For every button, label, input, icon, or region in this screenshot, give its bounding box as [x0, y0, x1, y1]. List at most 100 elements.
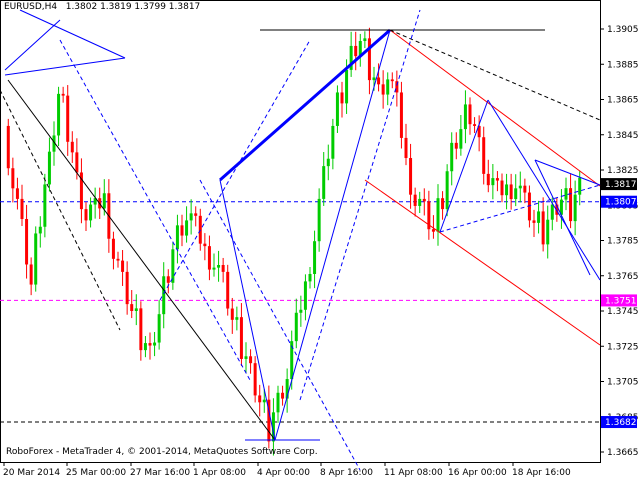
- y-tick-label: 1.3825: [607, 166, 639, 176]
- candle-body: [11, 168, 15, 189]
- candle-body: [390, 79, 394, 82]
- candle-body: [578, 177, 582, 195]
- candle-body: [367, 38, 371, 81]
- candle-body: [418, 198, 422, 206]
- candle-body: [84, 209, 88, 221]
- candle-body: [377, 77, 381, 85]
- channel-line: [364, 179, 601, 346]
- candle-body: [482, 137, 486, 174]
- candle-body: [363, 38, 367, 41]
- y-tick-label: 1.3665: [607, 448, 639, 458]
- candle-body: [171, 249, 175, 283]
- y-tick-label: 1.3885: [607, 60, 639, 70]
- candle-body: [322, 166, 326, 199]
- candle-body: [404, 137, 408, 159]
- candles: [6, 27, 582, 456]
- candle-body: [276, 392, 280, 413]
- y-tick-label: 1.3705: [607, 378, 639, 388]
- candle-body: [25, 218, 29, 265]
- candle-body: [70, 141, 74, 153]
- x-tick-label: 4 Apr 00:00: [257, 468, 310, 478]
- candle-body: [459, 129, 463, 149]
- candle-body: [340, 92, 344, 104]
- x-tick-label: 25 Mar 00:00: [66, 468, 126, 478]
- candle-body: [354, 45, 358, 57]
- candle-body: [134, 308, 138, 311]
- candle-body: [445, 171, 449, 210]
- candle-body: [244, 356, 248, 359]
- candle-body: [514, 188, 518, 200]
- price-tag: 1.3817: [601, 178, 637, 191]
- candle-body: [541, 211, 545, 245]
- y-tick-label: 1.3865: [607, 96, 639, 106]
- candle-body: [463, 104, 467, 130]
- candle-body: [294, 312, 298, 342]
- candle-body: [409, 158, 413, 195]
- candle-body: [157, 314, 161, 343]
- x-tick-label: 1 Apr 08:00: [193, 468, 246, 478]
- candle-body: [486, 173, 490, 186]
- trend-line: [4, 57, 126, 76]
- candle-body: [281, 392, 285, 399]
- copyright-text: RoboForex - MetaTrader 4, © 2001-2014, M…: [6, 447, 318, 457]
- price-tag: 1.3751: [601, 294, 637, 307]
- plot-frame: [0, 0, 601, 463]
- channel-line: [159, 39, 311, 301]
- analysis-lines: [0, 9, 601, 471]
- candle-body: [431, 229, 435, 232]
- candle-body: [143, 343, 147, 351]
- candle-body: [500, 180, 504, 196]
- candle-body: [57, 93, 61, 136]
- candle-body: [450, 142, 454, 172]
- candle-body: [207, 246, 211, 270]
- ohlc-values: 1.3802 1.3819 1.3799 1.3817: [65, 2, 201, 12]
- candle-body: [43, 184, 47, 227]
- candle-body: [185, 220, 189, 236]
- channel-line: [389, 29, 601, 187]
- candle-body: [180, 225, 184, 236]
- candle-body: [148, 343, 152, 346]
- candle-body: [299, 309, 303, 313]
- x-tick-label: 8 Apr 16:00: [320, 468, 373, 478]
- y-tick-label: 1.3785: [607, 237, 639, 247]
- candle-body: [102, 193, 106, 209]
- y-tick-label: 1.3765: [607, 272, 639, 282]
- candle-body: [253, 363, 257, 396]
- candle-body: [564, 188, 568, 200]
- candle-body: [38, 226, 42, 234]
- candle-body: [221, 264, 225, 272]
- candle-body: [317, 198, 321, 242]
- y-tick-label: 1.3725: [607, 342, 639, 352]
- time-axis: 20 Mar 2014 25 Mar 00:00 27 Mar 16:00 1 Apr…: [3, 462, 571, 478]
- y-tick-label: 1.3745: [607, 307, 639, 317]
- trend-line: [19, 9, 126, 59]
- trend-line: [4, 19, 61, 71]
- symbol-label: EURUSD,H4: [4, 2, 58, 12]
- x-tick-label: 27 Mar 16:00: [130, 468, 190, 478]
- candle-body: [573, 194, 577, 222]
- candle-body: [20, 198, 24, 219]
- price-tag: 1.3807: [601, 195, 637, 208]
- chart-canvas[interactable]: 1.39051.38851.38651.38451.38251.38051.37…: [0, 0, 640, 480]
- y-tick-label: 1.3905: [607, 25, 639, 35]
- candle-body: [139, 308, 143, 351]
- candle-body: [212, 267, 216, 270]
- candle-body: [175, 225, 179, 250]
- candle-body: [454, 142, 458, 149]
- candle-body: [518, 185, 522, 189]
- candle-body: [436, 198, 440, 232]
- candle-body: [303, 281, 307, 310]
- candle-body: [6, 125, 10, 169]
- candle-body: [239, 317, 243, 359]
- candle-body: [226, 271, 230, 309]
- candle-body: [345, 69, 349, 104]
- candle-body: [15, 188, 19, 199]
- x-tick-label: 18 Apr 16:00: [512, 468, 571, 478]
- candle-body: [326, 158, 330, 167]
- candle-body: [230, 308, 234, 320]
- candle-body: [125, 271, 129, 305]
- candle-body: [194, 213, 198, 216]
- eurusd-h4-chart[interactable]: 1.39051.38851.38651.38451.38251.38051.37…: [0, 0, 640, 480]
- candle-body: [308, 273, 312, 282]
- candle-body: [130, 304, 134, 311]
